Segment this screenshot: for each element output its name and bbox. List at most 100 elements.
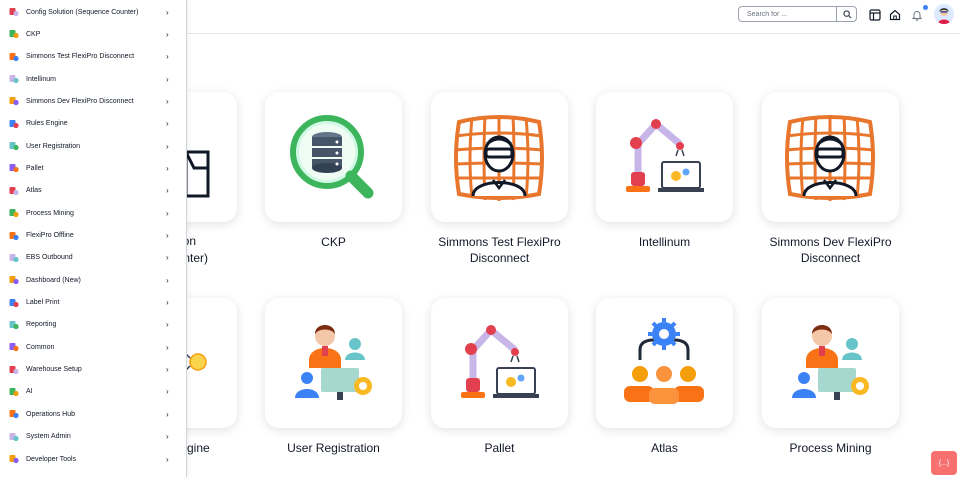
sidebar-item-label: Label Print [26,299,60,307]
app-icon [8,51,19,62]
app-card-simmons-test[interactable] [431,92,568,222]
sidebar-item-label: User Registration [26,142,81,150]
search-icon[interactable] [839,7,856,21]
card-title-rules-engine: gine [187,441,210,455]
reporting-icon [8,319,19,330]
common-icon [8,342,19,353]
card-title-intellinum: Intellinum [638,235,691,249]
chevron-right-icon[interactable]: › [166,8,169,17]
sidebar-item-label: AI [26,388,33,396]
app-icon [8,96,19,107]
chevron-right-icon[interactable]: › [166,320,169,329]
sidebar-item-rules-engine[interactable]: Rules Engine › [0,113,186,135]
chevron-right-icon[interactable]: › [166,97,169,106]
sidebar-item-label: Simmons Dev FlexiPro Disconnect [26,97,134,105]
json-fab-button[interactable]: {...} [931,451,957,475]
sidebar-item-reporting[interactable]: Reporting › [0,314,186,336]
app-card-pallet[interactable] [431,298,568,428]
chevron-right-icon[interactable]: › [166,186,169,195]
sidebar-item-pallet[interactable]: Pallet › [0,157,186,179]
home-icon[interactable] [888,8,902,22]
chevron-right-icon[interactable]: › [166,209,169,218]
app-card-ckp[interactable] [265,92,402,222]
dashboard-icon [8,275,19,286]
sidebar-item-process-mining[interactable]: Process Mining › [0,202,186,224]
outbound-icon [8,252,19,263]
chevron-right-icon[interactable]: › [166,164,169,173]
card-title-user-registration: User Registration [287,441,380,455]
sidebar-item-label: Operations Hub [26,410,76,418]
offline-icon [8,230,19,241]
chevron-right-icon[interactable]: › [166,410,169,419]
sidebar-item-label: EBS Outbound [26,254,73,262]
sidebar-item-operations-hub[interactable]: Operations Hub › [0,403,186,425]
chevron-right-icon[interactable]: › [166,365,169,374]
sidebar-item-simmons-test-flexipro-disconnect[interactable]: Simmons Test FlexiPro Disconnect › [0,46,186,68]
database-search-icon [290,115,374,199]
sidebar-item-label: Config Solution (Sequence Counter) [26,8,139,16]
card-title-process-mining: Process Mining [789,441,872,455]
sidebar-item-config-solution-sequence-counter[interactable]: Config Solution (Sequence Counter) › [0,1,186,23]
app-icon [454,115,544,201]
app-card-process-mining[interactable] [762,298,899,428]
chevron-right-icon[interactable]: › [166,75,169,84]
sidebar-item-label: Dashboard (New) [26,276,81,284]
process-icon [8,208,19,219]
chevron-right-icon[interactable]: › [166,30,169,39]
notification-dot [923,5,928,10]
app-card-intellinum[interactable] [596,92,733,222]
chevron-right-icon[interactable]: › [166,52,169,61]
chevron-right-icon[interactable]: › [166,455,169,464]
chevron-right-icon[interactable]: › [166,142,169,151]
chevron-right-icon[interactable]: › [166,276,169,285]
database-search-icon [8,29,19,40]
sidebar-menu: Config Solution (Sequence Counter) › CKP › S… [0,0,187,477]
chevron-right-icon[interactable]: › [166,432,169,441]
chevron-right-icon[interactable]: › [166,231,169,240]
chevron-right-icon[interactable]: › [166,119,169,128]
sidebar-item-ckp[interactable]: CKP › [0,23,186,45]
sidebar-item-flexipro-offline[interactable]: FlexiPro Offline › [0,225,186,247]
robot-arm-icon [8,74,19,85]
sidebar-item-ai[interactable]: AI › [0,381,186,403]
sidebar-item-label: Process Mining [26,209,74,217]
sidebar-item-ebs-outbound[interactable]: EBS Outbound › [0,247,186,269]
rules-icon [8,118,19,129]
ai-icon [8,386,19,397]
search-input[interactable] [739,7,836,21]
chevron-right-icon[interactable]: › [166,253,169,262]
warehouse-icon [8,364,19,375]
label-icon [8,297,19,308]
bell-icon[interactable] [910,8,924,22]
sidebar-item-warehouse-setup[interactable]: Warehouse Setup › [0,359,186,381]
sidebar-item-intellinum[interactable]: Intellinum › [0,68,186,90]
robot-arm-icon [626,119,704,192]
sidebar-item-user-registration[interactable]: User Registration › [0,135,186,157]
sidebar-item-atlas[interactable]: Atlas › [0,180,186,202]
sidebar-item-simmons-dev-flexipro-disconnect[interactable]: Simmons Dev FlexiPro Disconnect › [0,90,186,112]
avatar[interactable] [934,4,954,24]
chevron-right-icon[interactable]: › [166,387,169,396]
sidebar-item-label: Pallet [26,164,44,172]
sidebar-item-dashboard-new[interactable]: Dashboard (New) › [0,269,186,291]
team-icon [8,185,19,196]
admin-icon [8,431,19,442]
sidebar-item-label: System Admin [26,433,71,441]
chevron-right-icon[interactable]: › [166,343,169,352]
process-icon [792,325,869,400]
sidebar-item-label-print[interactable]: Label Print › [0,292,186,314]
sidebar-item-developer-tools[interactable]: Developer Tools › [0,448,186,470]
chevron-right-icon[interactable]: › [166,298,169,307]
search-box[interactable] [738,6,857,22]
app-icon [785,115,875,201]
config-icon [8,7,19,18]
app-card-atlas[interactable] [596,298,733,428]
app-card-simmons-dev[interactable] [762,92,899,222]
card-title-simmons-dev-line2: Disconnect [800,251,861,265]
app-card-user-registration[interactable] [265,298,402,428]
sidebar-item-system-admin[interactable]: System Admin › [0,426,186,448]
layout-icon[interactable] [868,8,882,22]
sidebar-item-label: Common [26,343,55,351]
card-title-simmons-test-line1: Simmons Test FlexiPro [438,235,561,249]
sidebar-item-common[interactable]: Common › [0,336,186,358]
